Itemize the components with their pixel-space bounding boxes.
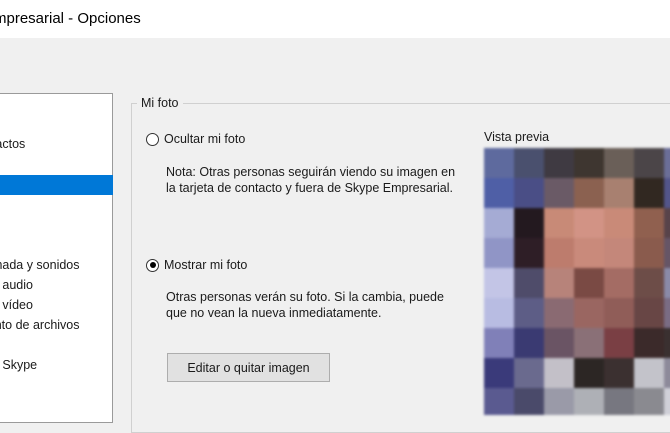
- nav-item-label: de Skype: [0, 358, 38, 372]
- preview-pixel: [484, 178, 514, 208]
- preview-pixel: [484, 358, 514, 388]
- preview-pixel: [604, 298, 634, 328]
- preview-pixel: [664, 268, 670, 298]
- hide-photo-note-line2: la tarjeta de contacto y fuera de Skype …: [166, 181, 453, 195]
- preview-pixel: [664, 388, 670, 415]
- preview-pixel: [634, 268, 664, 298]
- preview-pixel: [514, 148, 544, 178]
- preview-pixel: [574, 238, 604, 268]
- preview-pixel: [514, 208, 544, 238]
- photo-preview-image: [484, 148, 670, 415]
- preview-pixel: [664, 238, 670, 268]
- preview-pixel: [574, 148, 604, 178]
- nav-item-contactos[interactable]: ntactos: [0, 134, 113, 154]
- preview-pixel: [574, 268, 604, 298]
- preview-label: Vista previa: [484, 130, 550, 144]
- nav-item-label: de vídeo: [0, 298, 33, 312]
- preview-pixel: [664, 148, 670, 178]
- preview-pixel: [514, 388, 544, 415]
- preview-pixel: [664, 178, 670, 208]
- show-photo-note-line2: que no vean la nueva inmediatamente.: [166, 306, 382, 320]
- preview-pixel: [604, 208, 634, 238]
- preview-pixel: [604, 238, 634, 268]
- preview-pixel: [634, 358, 664, 388]
- hide-photo-label: Ocultar mi foto: [164, 132, 246, 146]
- preview-pixel: [574, 328, 604, 358]
- preview-pixel: [484, 268, 514, 298]
- photo-preview-pixel-grid: [484, 148, 670, 415]
- title-bar: mpresarial - Opciones: [0, 0, 670, 38]
- preview-pixel: [634, 148, 664, 178]
- preview-pixel: [514, 178, 544, 208]
- preview-pixel: [544, 298, 574, 328]
- window-title: mpresarial - Opciones: [0, 10, 141, 27]
- preview-pixel: [544, 388, 574, 415]
- preview-pixel: [634, 298, 664, 328]
- preview-pixel: [544, 238, 574, 268]
- nav-item-label: iento de archivos: [0, 318, 80, 332]
- preview-pixel: [604, 358, 634, 388]
- nav-item-label: de audio: [0, 278, 33, 292]
- options-nav-list[interactable]: ntactos amada y sonidos de audio de víde…: [0, 93, 113, 423]
- preview-pixel: [574, 298, 604, 328]
- nav-item-label: ntactos: [0, 137, 26, 151]
- preview-pixel: [634, 208, 664, 238]
- preview-pixel: [514, 358, 544, 388]
- preview-pixel: [664, 208, 670, 238]
- preview-pixel: [634, 238, 664, 268]
- nav-item-dispositivo-de-video[interactable]: de vídeo: [0, 295, 113, 315]
- preview-pixel: [574, 358, 604, 388]
- preview-pixel: [634, 178, 664, 208]
- preview-pixel: [544, 148, 574, 178]
- preview-pixel: [574, 388, 604, 415]
- nav-item-llamada-y-sonidos[interactable]: amada y sonidos: [0, 255, 113, 275]
- nav-item-transferencia-de-archivos[interactable]: iento de archivos: [0, 315, 113, 335]
- photo-group-legend: Mi foto: [137, 95, 183, 111]
- nav-item-dispositivo-de-audio[interactable]: de audio: [0, 275, 113, 295]
- preview-pixel: [484, 298, 514, 328]
- preview-pixel: [604, 148, 634, 178]
- preview-pixel: [514, 328, 544, 358]
- nav-item-label: amada y sonidos: [0, 258, 80, 272]
- preview-pixel: [544, 178, 574, 208]
- preview-pixel: [604, 328, 634, 358]
- preview-pixel: [664, 358, 670, 388]
- hide-photo-radio[interactable]: [146, 132, 159, 146]
- preview-pixel: [604, 178, 634, 208]
- hide-photo-option[interactable]: Ocultar mi foto: [146, 132, 245, 146]
- preview-pixel: [484, 208, 514, 238]
- preview-pixel: [484, 238, 514, 268]
- show-photo-radio[interactable]: [146, 258, 159, 272]
- preview-pixel: [484, 148, 514, 178]
- preview-pixel: [484, 328, 514, 358]
- nav-item-mi-foto-selected[interactable]: [0, 175, 113, 195]
- preview-pixel: [484, 388, 514, 415]
- show-photo-option[interactable]: Mostrar mi foto: [146, 258, 247, 272]
- preview-pixel: [574, 208, 604, 238]
- preview-pixel: [634, 388, 664, 415]
- preview-pixel: [604, 268, 634, 298]
- preview-pixel: [514, 268, 544, 298]
- preview-pixel: [544, 328, 574, 358]
- preview-pixel: [574, 178, 604, 208]
- edit-or-remove-image-button[interactable]: Editar o quitar imagen: [167, 353, 330, 382]
- preview-pixel: [664, 328, 670, 358]
- preview-pixel: [544, 358, 574, 388]
- preview-pixel: [634, 328, 664, 358]
- nav-item-grabacion-de-skype[interactable]: de Skype: [0, 355, 113, 375]
- preview-pixel: [514, 298, 544, 328]
- preview-pixel: [604, 388, 634, 415]
- preview-pixel: [514, 238, 544, 268]
- preview-pixel: [664, 298, 670, 328]
- show-photo-label: Mostrar mi foto: [164, 258, 248, 272]
- preview-pixel: [544, 208, 574, 238]
- preview-pixel: [544, 268, 574, 298]
